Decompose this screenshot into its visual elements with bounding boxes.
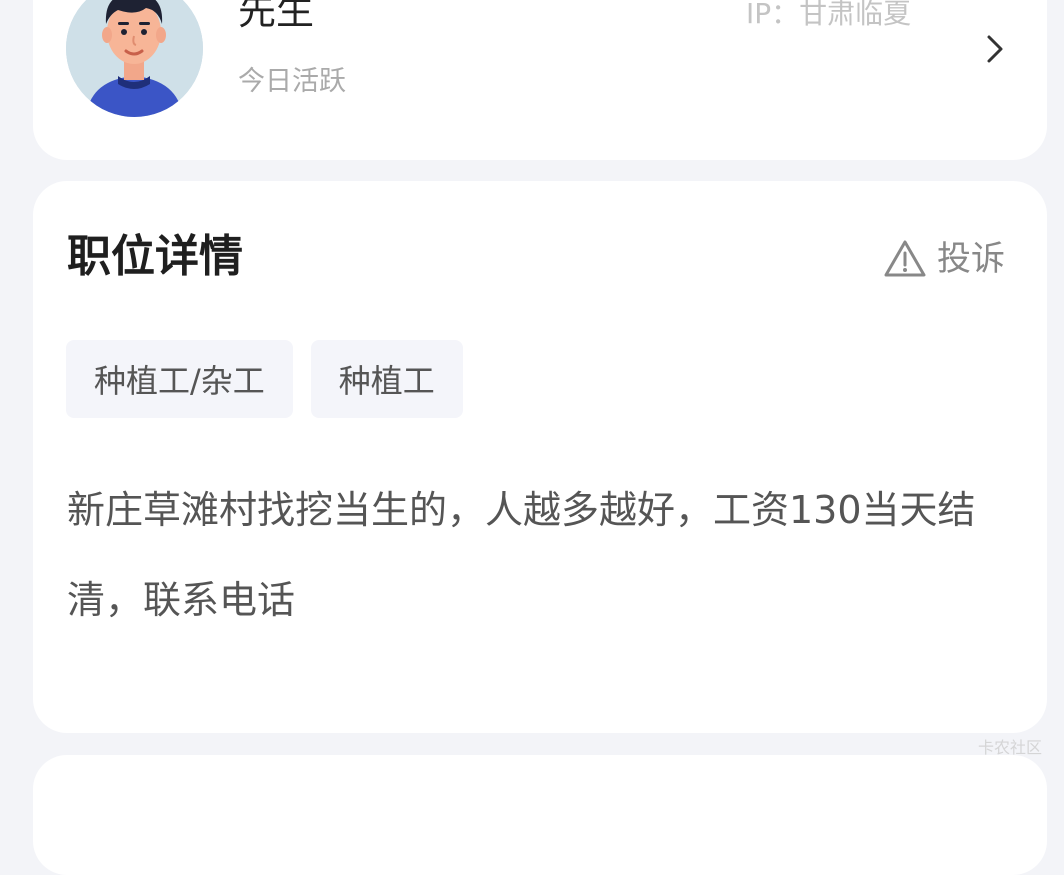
job-tag[interactable]: 种植工	[311, 340, 463, 418]
job-detail-card: 职位详情 投诉 种植工/杂工 种植工 新庄草滩村找挖当生的，人越多越好，工资13…	[33, 181, 1047, 733]
chevron-right-icon[interactable]	[983, 32, 1007, 66]
report-button[interactable]: 投诉	[883, 237, 1005, 281]
publisher-name: 先生	[238, 0, 314, 30]
job-tags: 种植工/杂工 种植工	[66, 340, 481, 418]
publisher-ip-location: IP：甘肃临夏	[746, 0, 911, 28]
next-card	[33, 755, 1047, 875]
publisher-card[interactable]: 先生 今日活跃 IP：甘肃临夏	[33, 0, 1047, 160]
avatar	[66, 0, 203, 117]
job-tag[interactable]: 种植工/杂工	[66, 340, 293, 418]
section-title: 职位详情	[67, 235, 243, 279]
publisher-active-status: 今日活跃	[238, 68, 346, 95]
job-description: 新庄草滩村找挖当生的，人越多越好，工资130当天结清，联系电话	[67, 465, 1017, 645]
watermark: 卡农社区	[978, 740, 1042, 756]
report-label: 投诉	[937, 242, 1005, 276]
warning-triangle-icon	[883, 239, 927, 279]
